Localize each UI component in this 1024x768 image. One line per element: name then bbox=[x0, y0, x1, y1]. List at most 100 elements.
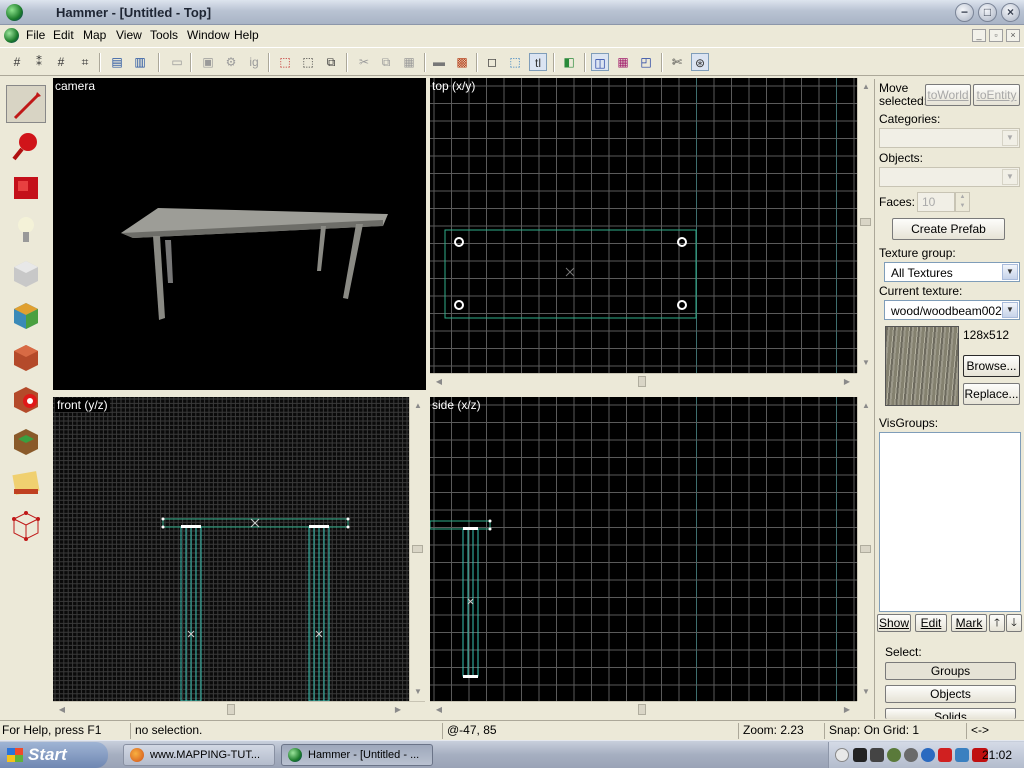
top-viewport[interactable]: top (x/y) bbox=[430, 78, 857, 373]
apply-texture-icon[interactable] bbox=[6, 337, 46, 375]
front-horizontal-scrollbar[interactable]: ◀ ▶ bbox=[53, 701, 425, 717]
copy-icon[interactable]: ⧉ bbox=[377, 53, 395, 71]
textured-icon[interactable]: ▩ bbox=[453, 53, 471, 71]
scroll-up-icon[interactable]: ▲ bbox=[411, 399, 425, 413]
replace-button[interactable]: Replace... bbox=[963, 383, 1020, 405]
chevron-down-icon[interactable]: ▼ bbox=[1002, 264, 1018, 280]
steam-icon[interactable] bbox=[853, 748, 867, 762]
entity-report-icon[interactable]: ▦ bbox=[614, 53, 632, 71]
faces-input[interactable]: 10 bbox=[917, 192, 955, 212]
carve-icon[interactable]: ▣ bbox=[199, 53, 217, 71]
tray-blue-icon[interactable] bbox=[955, 748, 969, 762]
vis-mark-button[interactable]: Mark bbox=[951, 614, 987, 632]
menu-map[interactable]: Map bbox=[83, 28, 106, 42]
objects-dropdown[interactable]: ▼ bbox=[879, 167, 1020, 187]
texture-group-dropdown[interactable]: All Textures ▼ bbox=[884, 262, 1020, 282]
group-icon[interactable]: ▤ bbox=[108, 53, 126, 71]
grid-fine-icon[interactable]: # bbox=[52, 53, 70, 71]
select-by-handles-icon[interactable]: ⬚ bbox=[506, 53, 524, 71]
transform-icon[interactable]: ⬚ bbox=[299, 53, 317, 71]
scroll-up-icon[interactable]: ▲ bbox=[859, 80, 873, 94]
magnify-tool-icon[interactable] bbox=[6, 127, 46, 165]
top-horizontal-scrollbar[interactable]: ◀ ▶ bbox=[430, 373, 857, 389]
taskbar-item-browser[interactable]: www.MAPPING-TUT... bbox=[123, 744, 275, 766]
side-vertical-scrollbar[interactable]: ▲ ▼ bbox=[857, 397, 873, 701]
to-entity-button[interactable]: toEntity bbox=[973, 84, 1020, 106]
taskbar-item-hammer[interactable]: Hammer - [Untitled - ... bbox=[281, 744, 433, 766]
maximize-icon[interactable]: □ bbox=[978, 3, 997, 22]
menu-window[interactable]: Window bbox=[187, 28, 230, 42]
menu-help[interactable]: Help bbox=[234, 28, 259, 42]
to-world-button[interactable]: toWorld bbox=[925, 84, 971, 106]
start-button[interactable]: Start bbox=[0, 742, 108, 768]
flat-shade-icon[interactable]: ▬ bbox=[430, 53, 448, 71]
grid-coarse-icon[interactable]: ⁑ bbox=[30, 53, 48, 71]
document-icon[interactable] bbox=[4, 28, 19, 43]
selection-box-icon[interactable]: ◻ bbox=[483, 53, 501, 71]
block-tool-icon[interactable] bbox=[6, 253, 46, 291]
arrow-down-icon[interactable]: 🡓 bbox=[1006, 614, 1022, 632]
network-icon[interactable] bbox=[921, 748, 935, 762]
solids-button[interactable]: Solids bbox=[885, 708, 1016, 719]
tray-app-icon[interactable] bbox=[887, 748, 901, 762]
close-icon[interactable]: × bbox=[1001, 3, 1020, 22]
hollow-icon[interactable]: ⚙ bbox=[222, 53, 240, 71]
menu-edit[interactable]: Edit bbox=[53, 28, 74, 42]
mdi-restore-icon[interactable]: ▫ bbox=[989, 29, 1003, 42]
overlay-tool-icon[interactable] bbox=[6, 421, 46, 459]
camera-viewport[interactable]: camera bbox=[53, 78, 426, 390]
objects-button[interactable]: Objects bbox=[885, 685, 1016, 703]
scroll-right-icon[interactable]: ▶ bbox=[840, 375, 854, 389]
menu-file[interactable]: File bbox=[26, 28, 45, 42]
scroll-up-icon[interactable]: ▲ bbox=[859, 399, 873, 413]
vertex-tool-icon[interactable] bbox=[6, 505, 46, 543]
scroll-left-icon[interactable]: ◀ bbox=[432, 375, 446, 389]
arrow-up-icon[interactable]: 🡑 bbox=[989, 614, 1005, 632]
texture-application-icon[interactable] bbox=[6, 295, 46, 333]
camera-sync-icon[interactable]: ⊛ bbox=[691, 53, 709, 71]
scroll-left-icon[interactable]: ◀ bbox=[432, 703, 446, 717]
groups-button[interactable]: Groups bbox=[885, 662, 1016, 680]
chevron-down-icon[interactable]: ▼ bbox=[1002, 302, 1018, 318]
front-vertical-scrollbar[interactable]: ▲ ▼ bbox=[409, 397, 425, 701]
menu-tools[interactable]: Tools bbox=[150, 28, 178, 42]
scroll-down-icon[interactable]: ▼ bbox=[859, 685, 873, 699]
run-map-icon[interactable]: ◫ bbox=[591, 53, 609, 71]
vis-show-button[interactable]: Show bbox=[877, 614, 911, 632]
minimize-icon[interactable]: − bbox=[955, 3, 974, 22]
scroll-down-icon[interactable]: ▼ bbox=[859, 356, 873, 370]
menu-view[interactable]: View bbox=[116, 28, 142, 42]
side-horizontal-scrollbar[interactable]: ◀ ▶ bbox=[430, 701, 857, 717]
check-problems-icon[interactable]: ◰ bbox=[637, 53, 655, 71]
top-vertical-scrollbar[interactable]: ▲ ▼ bbox=[857, 78, 873, 373]
create-prefab-button[interactable]: Create Prefab bbox=[892, 218, 1005, 240]
scroll-down-icon[interactable]: ▼ bbox=[411, 685, 425, 699]
grid-icon[interactable]: # bbox=[8, 53, 26, 71]
scroll-left-icon[interactable]: ◀ bbox=[55, 703, 69, 717]
front-viewport[interactable]: front (y/z) bbox=[53, 397, 409, 701]
tray-collapse-icon[interactable] bbox=[835, 748, 849, 762]
paste-icon[interactable]: ▦ bbox=[400, 53, 418, 71]
side-viewport[interactable]: side (x/z) bbox=[430, 397, 857, 701]
mdi-minimize-icon[interactable]: _ bbox=[972, 29, 986, 42]
tray-disc-icon[interactable] bbox=[904, 748, 918, 762]
visgroups-list[interactable] bbox=[879, 432, 1021, 612]
scroll-right-icon[interactable]: ▶ bbox=[840, 703, 854, 717]
hammer-app-icon[interactable] bbox=[6, 4, 23, 21]
browse-button[interactable]: Browse... bbox=[963, 355, 1020, 377]
undo-icon[interactable]: ✄ bbox=[668, 53, 686, 71]
wireframe-icon[interactable]: ⧉ bbox=[322, 53, 340, 71]
ignore-group-icon[interactable]: ig bbox=[245, 53, 263, 71]
current-texture-dropdown[interactable]: wood/woodbeam002a ▼ bbox=[884, 300, 1020, 320]
cut-icon[interactable]: ✂ bbox=[355, 53, 373, 71]
camera-tool-icon[interactable] bbox=[6, 169, 46, 207]
faces-spinner[interactable]: ▲ ▼ bbox=[955, 192, 970, 212]
clipping-tool-icon[interactable] bbox=[6, 463, 46, 501]
scroll-right-icon[interactable]: ▶ bbox=[391, 703, 405, 717]
entity-tool-icon[interactable] bbox=[6, 211, 46, 249]
vertex-icon[interactable]: ◧ bbox=[560, 53, 578, 71]
ungroup-icon[interactable]: ▥ bbox=[131, 53, 149, 71]
vis-edit-button[interactable]: Edit bbox=[915, 614, 947, 632]
nvidia-icon[interactable] bbox=[870, 748, 884, 762]
tl-icon[interactable]: tl bbox=[529, 53, 547, 71]
